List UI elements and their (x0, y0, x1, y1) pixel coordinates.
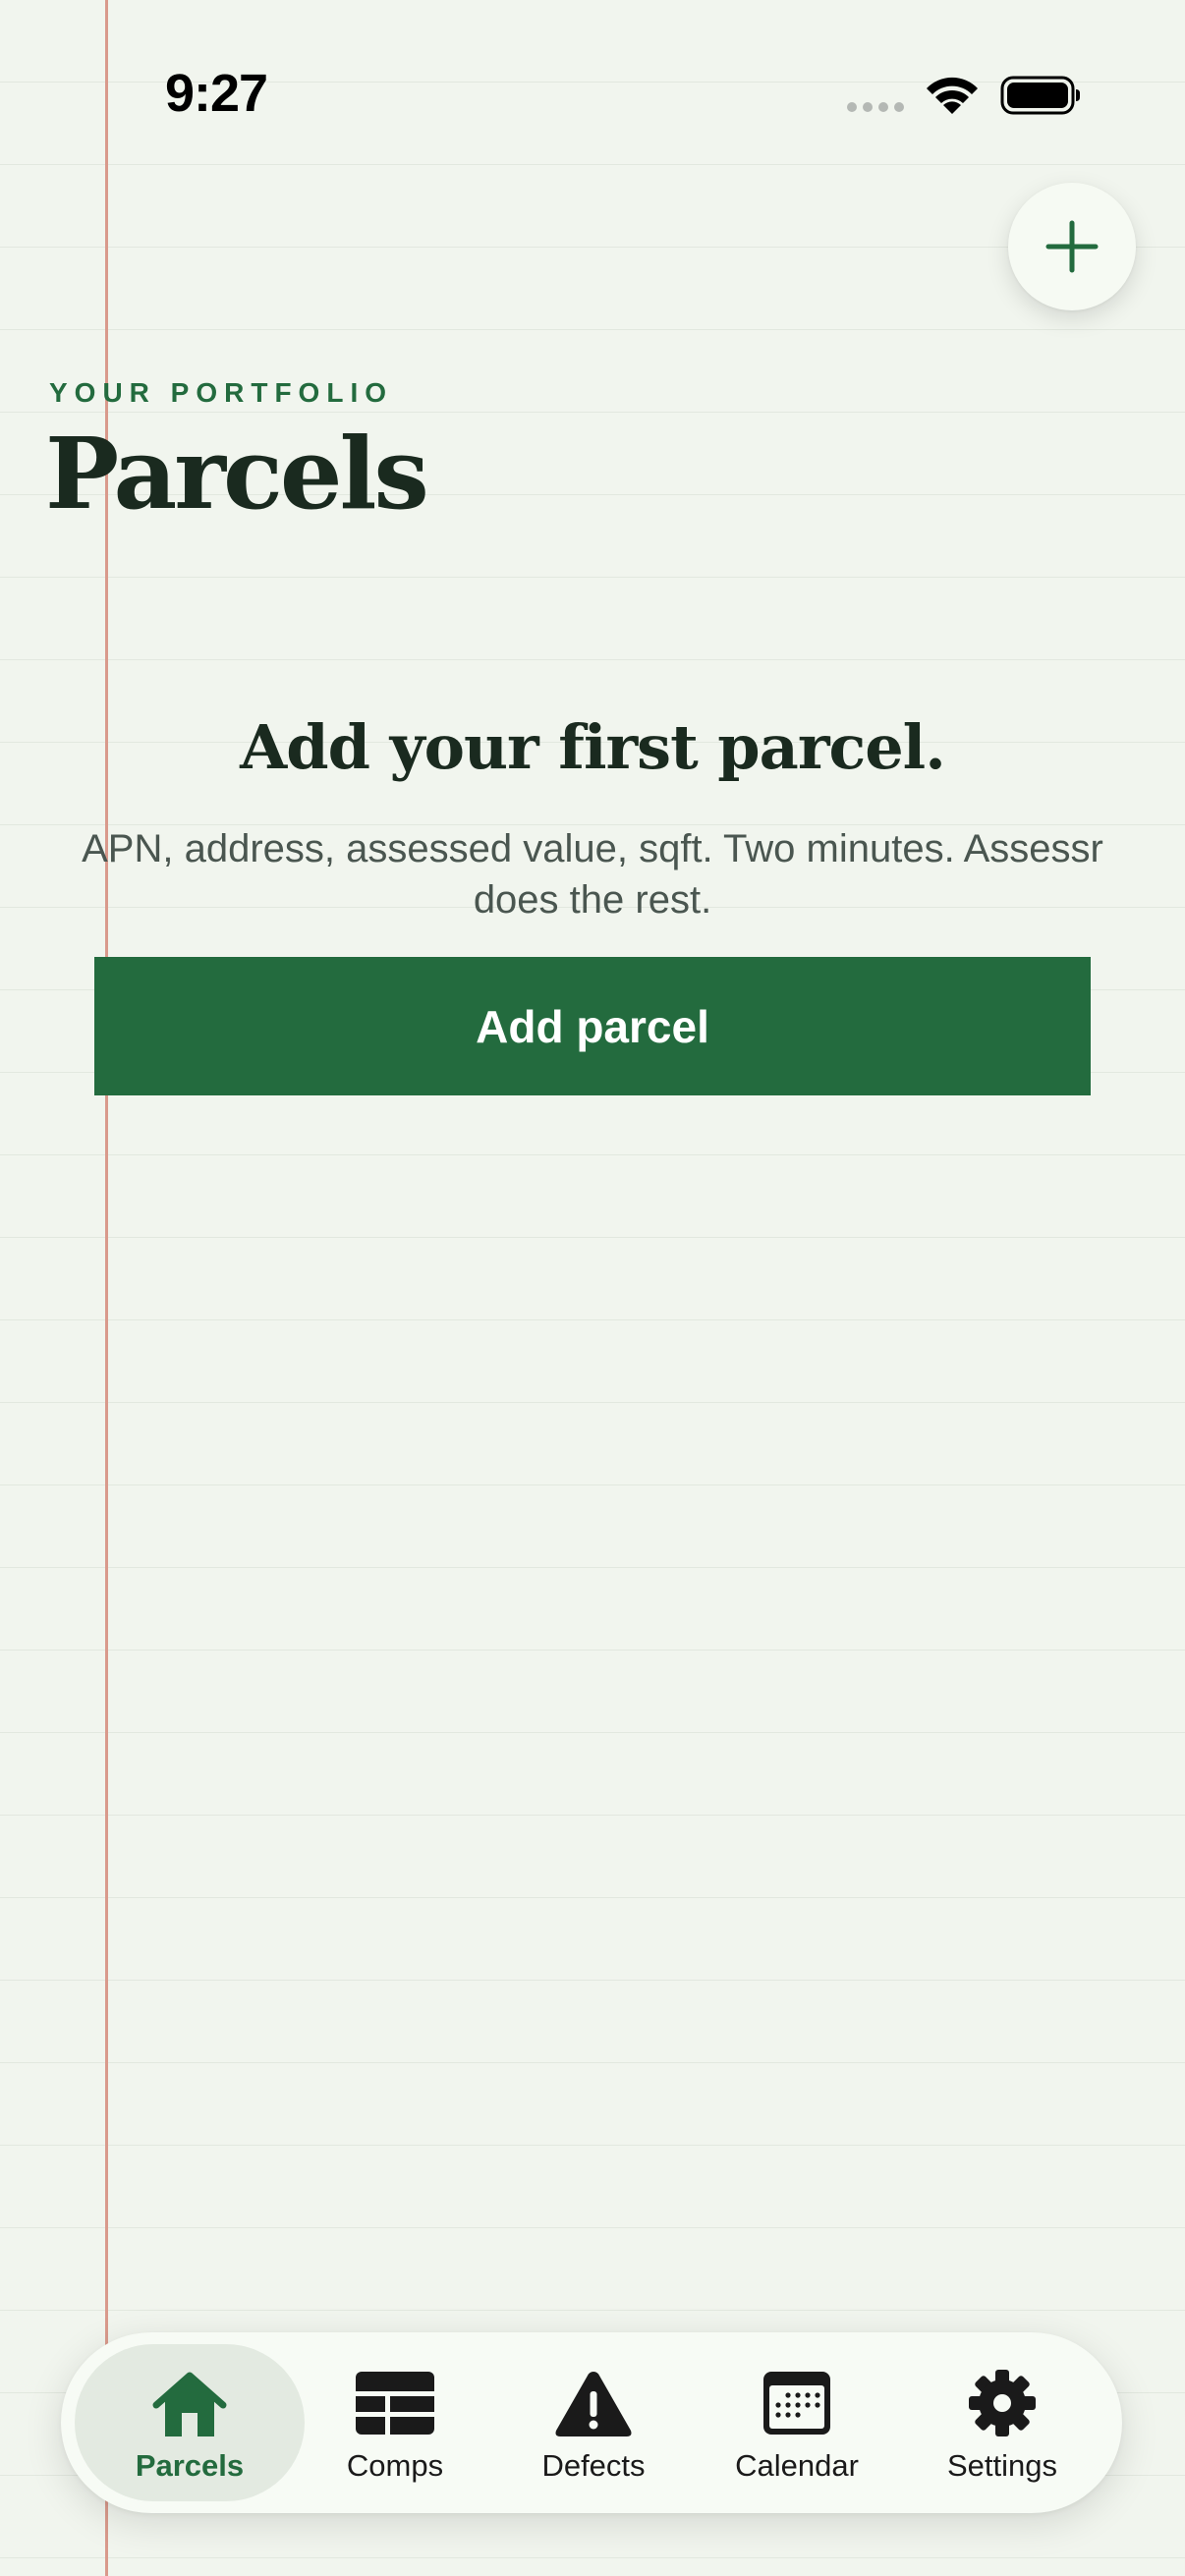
status-time: 9:27 (165, 64, 268, 123)
tab-bar: Parcels Comps Defects Calendar Settings (61, 2332, 1122, 2513)
tab-parcels[interactable]: Parcels (75, 2344, 305, 2501)
warning-icon (555, 2372, 632, 2436)
plus-icon (1045, 220, 1099, 273)
wifi-icon (927, 77, 978, 114)
empty-state-description: APN, address, assessed value, sqft. Two … (82, 827, 1103, 922)
house-icon (152, 2372, 227, 2436)
table-icon (356, 2372, 434, 2435)
page-title: Parcels (45, 416, 429, 532)
gear-icon (969, 2370, 1036, 2436)
tab-label: Comps (346, 2448, 444, 2483)
tab-calendar[interactable]: Calendar (702, 2344, 892, 2501)
tab-label: Parcels (135, 2448, 245, 2483)
tab-label: Settings (946, 2448, 1057, 2483)
tab-comps[interactable]: Comps (309, 2344, 481, 2501)
tab-label: Calendar (735, 2448, 859, 2483)
section-eyebrow: YOUR PORTFOLIO (49, 377, 393, 408)
tab-label: Defects (541, 2448, 646, 2483)
cellular-signal-icon (847, 102, 904, 112)
status-bar: 9:27 (0, 0, 1185, 187)
tab-settings[interactable]: Settings (906, 2344, 1099, 2501)
empty-state-heading: Add your first parcel. (240, 711, 946, 783)
tab-defects[interactable]: Defects (505, 2344, 682, 2501)
add-parcel-fab[interactable] (1008, 183, 1136, 310)
battery-icon (1000, 76, 1080, 115)
calendar-icon (763, 2372, 830, 2435)
add-parcel-button[interactable]: Add parcel (94, 957, 1091, 1095)
